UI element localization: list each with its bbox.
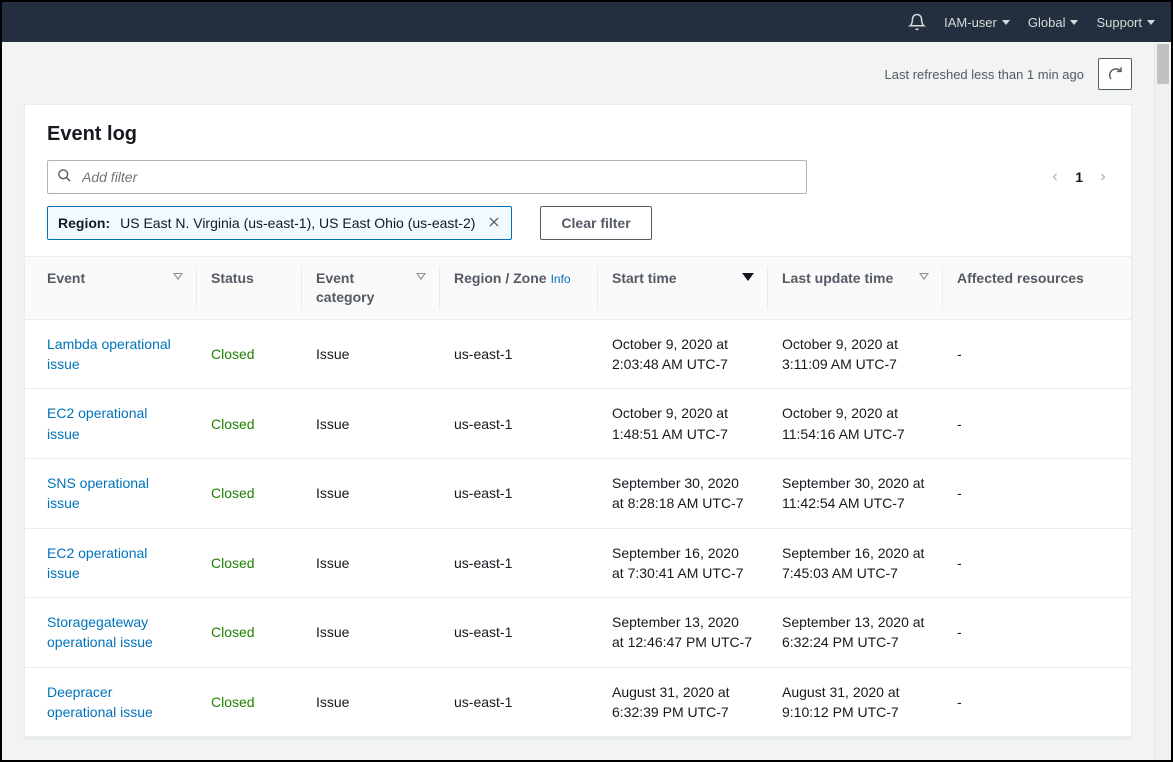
affected-value: - (943, 598, 1131, 668)
region-value: us-east-1 (440, 667, 598, 737)
events-table: Event Status Event category Region / Zon… (25, 256, 1131, 737)
category-value: Issue (302, 458, 440, 528)
pager-page: 1 (1075, 169, 1083, 185)
affected-value: - (943, 458, 1131, 528)
sort-icon (416, 273, 426, 280)
col-header-category[interactable]: Event category (302, 257, 440, 320)
panel-title: Event log (25, 105, 1131, 160)
pager-prev[interactable] (1049, 168, 1061, 186)
table-row: EC2 operational issue Closed Issueus-east-… (25, 528, 1131, 598)
region-label: Global (1028, 15, 1066, 30)
affected-value: - (943, 389, 1131, 459)
col-header-affected[interactable]: Affected resources (943, 257, 1131, 320)
start-value: October 9, 2020 at 1:48:51 AM UTC-7 (598, 389, 768, 459)
region-menu[interactable]: Global (1028, 15, 1079, 30)
search-icon (57, 168, 72, 186)
event-link[interactable]: Lambda operational issue (47, 336, 171, 372)
update-value: October 9, 2020 at 11:54:16 AM UTC-7 (768, 389, 943, 459)
vertical-scrollbar[interactable] (1154, 42, 1171, 760)
affected-value: - (943, 667, 1131, 737)
filter-chips: Region: US East N. Virginia (us-east-1),… (25, 206, 1131, 256)
caret-down-icon (1147, 20, 1155, 25)
close-icon (487, 215, 501, 229)
region-value: us-east-1 (440, 389, 598, 459)
refresh-icon (1107, 66, 1123, 82)
category-value: Issue (302, 389, 440, 459)
affected-value: - (943, 319, 1131, 389)
user-label: IAM-user (944, 15, 997, 30)
start-value: October 9, 2020 at 2:03:48 AM UTC-7 (598, 319, 768, 389)
region-value: us-east-1 (440, 319, 598, 389)
category-value: Issue (302, 528, 440, 598)
info-link[interactable]: Info (551, 272, 571, 286)
sort-icon (919, 273, 929, 280)
chip-remove[interactable] (483, 214, 501, 232)
chevron-left-icon (1049, 168, 1061, 186)
update-value: October 9, 2020 at 3:11:09 AM UTC-7 (768, 319, 943, 389)
start-value: September 16, 2020 at 7:30:41 AM UTC-7 (598, 528, 768, 598)
region-value: us-east-1 (440, 528, 598, 598)
event-link[interactable]: EC2 operational issue (47, 405, 147, 441)
col-header-update[interactable]: Last update time (768, 257, 943, 320)
status-value: Closed (211, 624, 255, 640)
table-row: SNS operational issue Closed Issueus-east-… (25, 458, 1131, 528)
clear-filter-label: Clear filter (561, 215, 630, 231)
scrollbar-thumb[interactable] (1157, 44, 1169, 84)
col-header-event[interactable]: Event (25, 257, 197, 320)
region-value: us-east-1 (440, 598, 598, 668)
category-value: Issue (302, 667, 440, 737)
update-value: September 30, 2020 at 11:42:54 AM UTC-7 (768, 458, 943, 528)
filter-input-wrap (47, 160, 807, 194)
filter-row: 1 (25, 160, 1131, 206)
col-header-region[interactable]: Region / ZoneInfo (440, 257, 598, 320)
notifications-button[interactable] (908, 13, 926, 31)
last-refresh-text: Last refreshed less than 1 min ago (885, 67, 1084, 82)
chip-value: US East N. Virginia (us-east-1), US East… (120, 215, 475, 231)
sort-desc-icon (742, 273, 754, 281)
event-log-panel: Event log 1 (24, 104, 1132, 738)
sort-icon (173, 273, 183, 280)
event-link[interactable]: Storagegateway operational issue (47, 614, 153, 650)
table-row: Storagegateway operational issue Closed Is… (25, 598, 1131, 668)
category-value: Issue (302, 319, 440, 389)
start-value: September 30, 2020 at 8:28:18 AM UTC-7 (598, 458, 768, 528)
table-row: Deepracer operational issue Closed Issueus… (25, 667, 1131, 737)
caret-down-icon (1070, 20, 1078, 25)
col-header-start[interactable]: Start time (598, 257, 768, 320)
status-value: Closed (211, 555, 255, 571)
col-header-status[interactable]: Status (197, 257, 302, 320)
status-value: Closed (211, 485, 255, 501)
start-value: August 31, 2020 at 6:32:39 PM UTC-7 (598, 667, 768, 737)
event-link[interactable]: Deepracer operational issue (47, 684, 153, 720)
region-filter-chip[interactable]: Region: US East N. Virginia (us-east-1),… (47, 206, 512, 240)
filter-input[interactable] (47, 160, 807, 194)
status-value: Closed (211, 346, 255, 362)
refresh-button[interactable] (1098, 58, 1132, 90)
top-nav: IAM-user Global Support (2, 2, 1171, 42)
update-value: September 13, 2020 at 6:32:24 PM UTC-7 (768, 598, 943, 668)
toolbar: Last refreshed less than 1 min ago (24, 58, 1132, 90)
region-value: us-east-1 (440, 458, 598, 528)
event-link[interactable]: SNS operational issue (47, 475, 149, 511)
category-value: Issue (302, 598, 440, 668)
clear-filter-button[interactable]: Clear filter (540, 206, 651, 240)
pager: 1 (1049, 168, 1109, 186)
pager-next[interactable] (1097, 168, 1109, 186)
user-menu[interactable]: IAM-user (944, 15, 1010, 30)
table-row: Lambda operational issue Closed Issueus-ea… (25, 319, 1131, 389)
affected-value: - (943, 528, 1131, 598)
update-value: August 31, 2020 at 9:10:12 PM UTC-7 (768, 667, 943, 737)
status-value: Closed (211, 416, 255, 432)
bell-icon (908, 13, 926, 31)
chevron-right-icon (1097, 168, 1109, 186)
support-menu[interactable]: Support (1096, 15, 1155, 30)
support-label: Support (1096, 15, 1142, 30)
start-value: September 13, 2020 at 12:46:47 PM UTC-7 (598, 598, 768, 668)
table-row: EC2 operational issue Closed Issueus-east-… (25, 389, 1131, 459)
status-value: Closed (211, 694, 255, 710)
chip-label: Region: (58, 215, 110, 231)
caret-down-icon (1002, 20, 1010, 25)
update-value: September 16, 2020 at 7:45:03 AM UTC-7 (768, 528, 943, 598)
event-link[interactable]: EC2 operational issue (47, 545, 147, 581)
